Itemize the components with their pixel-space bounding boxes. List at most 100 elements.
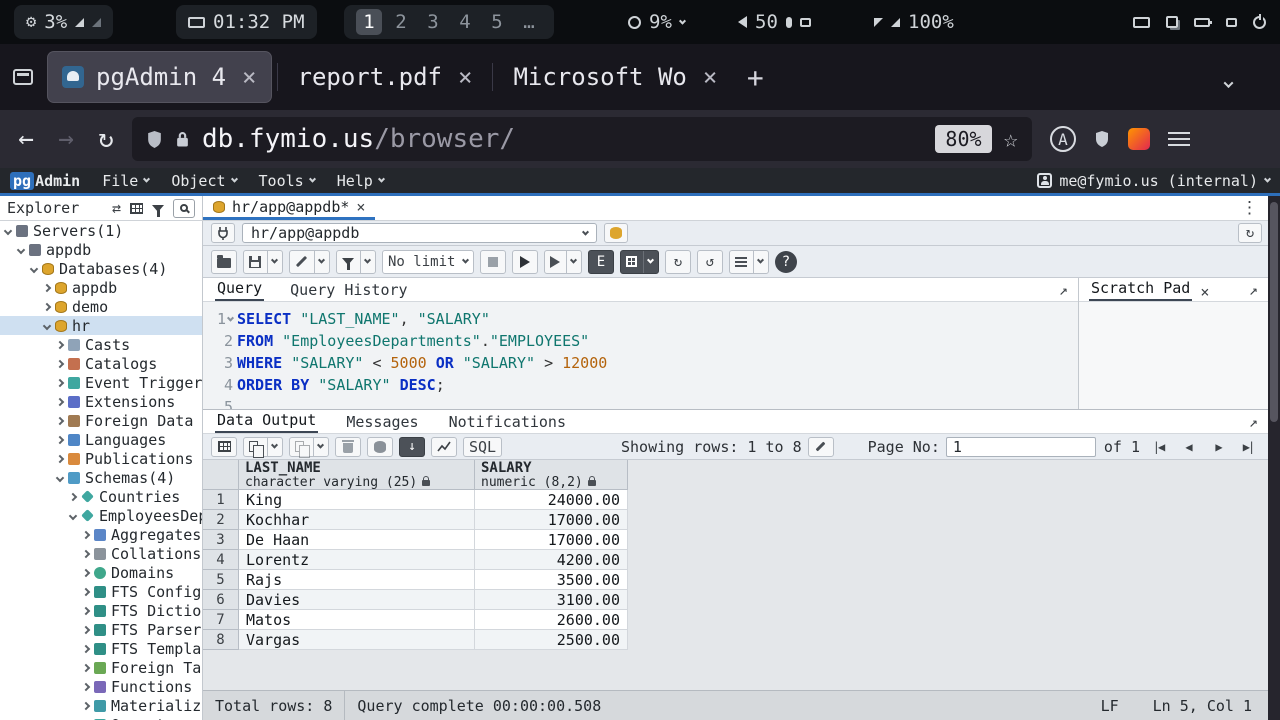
tree-item[interactable]: Domains <box>0 563 202 582</box>
connection-select[interactable]: hr/app@appdb <box>242 223 597 243</box>
sql-button[interactable]: SQL <box>463 437 502 457</box>
table-cell[interactable]: King <box>239 490 475 510</box>
row-number[interactable]: 7 <box>203 610 239 630</box>
tab-overview-button[interactable] <box>0 44 46 110</box>
add-row-button[interactable] <box>211 437 237 457</box>
expand-icon[interactable]: ↗ <box>1249 413 1258 431</box>
new-connection-button[interactable] <box>604 223 628 243</box>
fold-icon[interactable] <box>227 314 234 321</box>
expand-arrow-icon[interactable] <box>82 625 90 633</box>
expand-arrow-icon[interactable] <box>56 416 64 424</box>
back-button[interactable]: ← <box>6 124 46 154</box>
expand-icon[interactable]: ↗ <box>1249 281 1258 299</box>
grid-icon[interactable] <box>130 203 143 214</box>
tab-data-output[interactable]: Data Output <box>215 410 318 433</box>
save-file-button[interactable] <box>243 250 283 274</box>
scrollbar-thumb[interactable] <box>1270 202 1278 422</box>
tree-item[interactable]: Databases(4) <box>0 259 202 278</box>
expand-arrow-icon[interactable] <box>17 245 25 253</box>
browser-tab-word[interactable]: Microsoft Wo × <box>499 52 731 102</box>
new-tab-button[interactable]: + <box>733 55 777 99</box>
table-cell[interactable]: 4200.00 <box>475 550 628 570</box>
tab-scratch-pad[interactable]: Scratch Pad <box>1089 278 1192 301</box>
expand-arrow-icon[interactable] <box>69 511 77 519</box>
page-number-input[interactable]: 1 <box>946 437 1096 457</box>
row-number[interactable]: 8 <box>203 630 239 650</box>
scratch-refresh-button[interactable]: ↻ <box>1238 223 1262 243</box>
extension-shield-icon[interactable] <box>1094 130 1110 148</box>
tab-query[interactable]: Query <box>215 278 264 301</box>
expand-arrow-icon[interactable] <box>82 606 90 614</box>
edit-button[interactable] <box>289 250 330 274</box>
tree-item[interactable]: appdb <box>0 240 202 259</box>
row-number[interactable]: 2 <box>203 510 239 530</box>
filter-button[interactable] <box>336 250 376 274</box>
last-page-button[interactable]: ▶| <box>1236 437 1260 457</box>
next-page-button[interactable]: ▶ <box>1206 437 1230 457</box>
scratch-pad-body[interactable] <box>1079 302 1268 409</box>
cancel-query-button[interactable] <box>480 250 506 274</box>
layers-icon[interactable] <box>1166 16 1178 28</box>
expand-arrow-icon[interactable] <box>82 568 90 576</box>
tree-item[interactable]: Servers(1) <box>0 221 202 240</box>
tree-item[interactable]: Foreign Data Wrappers <box>0 411 202 430</box>
tree-item[interactable]: appdb <box>0 278 202 297</box>
expand-arrow-icon[interactable] <box>56 340 64 348</box>
cpu-indicator[interactable]: ⚙ 3% <box>14 5 113 39</box>
table-cell[interactable]: 17000.00 <box>475 510 628 530</box>
query-tool-tab[interactable]: hr/app@appdb* × <box>203 196 375 220</box>
expand-arrow-icon[interactable] <box>56 473 64 481</box>
workspace-more[interactable]: … <box>516 9 542 35</box>
zoom-indicator[interactable]: 80% <box>935 125 991 153</box>
expand-arrow-icon[interactable] <box>56 359 64 367</box>
expand-arrow-icon[interactable] <box>56 454 64 462</box>
workspace-5[interactable]: 5 <box>484 9 510 35</box>
close-tab-icon[interactable]: × <box>242 63 256 91</box>
tree-item[interactable]: Extensions <box>0 392 202 411</box>
table-cell[interactable]: Matos <box>239 610 475 630</box>
expand-arrow-icon[interactable] <box>82 587 90 595</box>
help-button[interactable]: ? <box>775 251 797 273</box>
expand-arrow-icon[interactable] <box>82 644 90 652</box>
open-file-button[interactable] <box>211 250 237 274</box>
edit-range-button[interactable] <box>808 437 834 457</box>
table-cell[interactable]: Lorentz <box>239 550 475 570</box>
expand-icon[interactable]: ↗ <box>1059 281 1068 299</box>
bookmark-star-icon[interactable]: ☆ <box>1004 125 1018 153</box>
app-menu-icon[interactable] <box>1168 132 1190 146</box>
connection-status-button[interactable] <box>211 223 235 243</box>
volume-indicator[interactable]: 50 <box>738 5 811 39</box>
expand-arrow-icon[interactable] <box>82 682 90 690</box>
expand-arrow-icon[interactable] <box>56 435 64 443</box>
limit-select[interactable]: No limit <box>382 250 474 274</box>
tree-item[interactable]: Aggregates <box>0 525 202 544</box>
menu-help[interactable]: Help <box>337 172 384 190</box>
table-cell[interactable]: Kochhar <box>239 510 475 530</box>
table-cell[interactable]: 2600.00 <box>475 610 628 630</box>
table-cell[interactable]: 3500.00 <box>475 570 628 590</box>
expand-arrow-icon[interactable] <box>43 321 51 329</box>
row-number[interactable]: 6 <box>203 590 239 610</box>
expand-arrow-icon[interactable] <box>30 264 38 272</box>
tree-item[interactable]: Casts <box>0 335 202 354</box>
row-number[interactable]: 5 <box>203 570 239 590</box>
menu-tools[interactable]: Tools <box>259 172 315 190</box>
kebab-menu-icon[interactable]: ⋮ <box>1241 198 1258 218</box>
cursor-position[interactable]: Ln 5, Col 1 <box>1153 697 1252 715</box>
table-cell[interactable]: Davies <box>239 590 475 610</box>
search-button[interactable] <box>173 199 195 218</box>
table-cell[interactable]: 24000.00 <box>475 490 628 510</box>
display-icon[interactable] <box>1133 17 1150 28</box>
workspace-1[interactable]: 1 <box>356 9 382 35</box>
expand-arrow-icon[interactable] <box>56 397 64 405</box>
power-icon[interactable] <box>1253 16 1266 29</box>
tree-item[interactable]: Collations <box>0 544 202 563</box>
table-cell[interactable]: 2500.00 <box>475 630 628 650</box>
expand-arrow-icon[interactable] <box>56 378 64 386</box>
paste-button[interactable] <box>289 437 329 457</box>
tab-notifications[interactable]: Notifications <box>447 412 568 433</box>
tree-item[interactable]: Operators <box>0 715 202 720</box>
workspace-2[interactable]: 2 <box>388 9 414 35</box>
close-tab-icon[interactable]: × <box>458 63 472 91</box>
tree-item[interactable]: EmployeesDepartments <box>0 506 202 525</box>
